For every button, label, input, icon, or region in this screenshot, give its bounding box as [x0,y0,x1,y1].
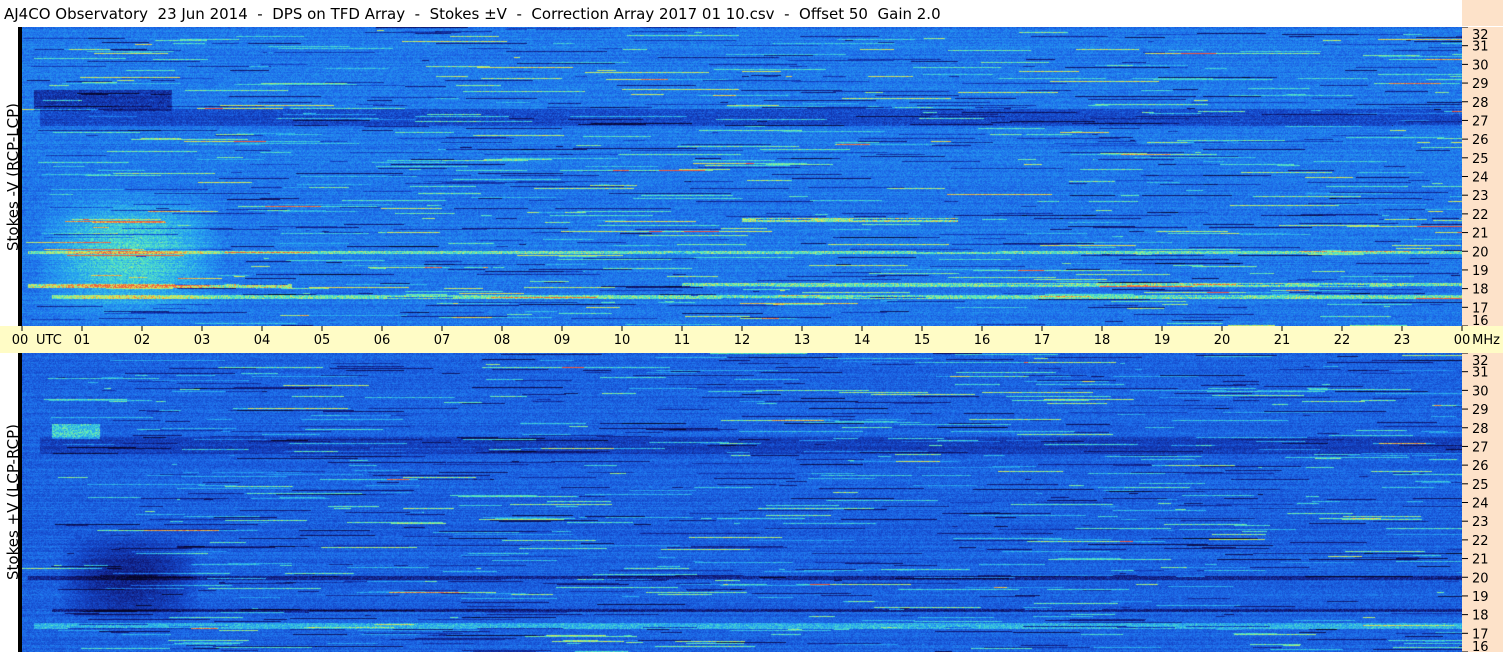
time-tick-label: 06 [374,333,391,348]
time-tick-label: 00 [1454,333,1471,348]
time-tick-label: 04 [254,333,271,348]
time-tick-label: 05 [314,333,331,348]
time-tick-label: 19 [1154,333,1171,348]
frequency-tick-label: 20 [1472,571,1489,586]
frequency-tick-label: 28 [1472,422,1489,437]
time-tick-label: 22 [1334,333,1351,348]
frequency-tick-label: 30 [1472,58,1489,73]
time-unit-label: UTC [36,333,62,348]
frequency-tick-label: 23 [1472,189,1489,204]
top-frequency-axis: 3231302928272625242322212019181716 [1462,27,1503,326]
frequency-unit-label: MHz [1472,333,1500,348]
bottom-spectrogram [22,353,1462,652]
top-spectrogram [22,27,1462,326]
time-tick-label: 16 [974,333,991,348]
frequency-tick-label: 18 [1472,283,1489,298]
frequency-tick-label: 29 [1472,77,1489,92]
frequency-tick-label: 29 [1472,403,1489,418]
time-tick-label: 21 [1274,333,1291,348]
frequency-tick-label: 30 [1472,384,1489,399]
frequency-tick-label: 24 [1472,497,1489,512]
frequency-tick-label: 16 [1472,314,1489,326]
time-tick-label: 20 [1214,333,1231,348]
time-tick-label: 12 [734,333,751,348]
frequency-tick-label: 31 [1472,40,1489,55]
frequency-tick-label: 18 [1472,609,1489,624]
time-tick-label: 09 [554,333,571,348]
time-tick-label: 10 [614,333,631,348]
frequency-tick-label: 22 [1472,208,1489,223]
time-axis: 00 01 02 03 04 05 06 07 08 09 10 11 12 13 14 15 16 17 18 19… [0,326,1503,353]
frequency-tick-label: 22 [1472,534,1489,549]
frequency-tick-label: 21 [1472,227,1489,242]
time-tick-label: 15 [914,333,931,348]
time-tick-label: 03 [194,333,211,348]
frequency-tick-label: 25 [1472,152,1489,167]
frequency-tick-label: 23 [1472,515,1489,530]
time-tick-label: 02 [134,333,151,348]
time-tick-label: 13 [794,333,811,348]
frequency-tick-label: 25 [1472,478,1489,493]
time-tick-label: 23 [1394,333,1411,348]
frequency-tick-label: 31 [1472,366,1489,381]
frequency-tick-label: 19 [1472,590,1489,605]
chart-title: AJ4CO Observatory 23 Jun 2014 - DPS on T… [4,5,941,23]
time-tick-label: 18 [1094,333,1111,348]
time-tick-label: 08 [494,333,511,348]
frequency-tick-label: 21 [1472,553,1489,568]
frequency-tick-label: 28 [1472,96,1489,111]
frequency-tick-label: 20 [1472,245,1489,260]
frequency-tick-label: 27 [1472,114,1489,129]
bottom-frequency-axis: 3231302928272625242322212019181716 [1462,353,1503,652]
frequency-tick-label: 19 [1472,264,1489,279]
time-tick-label: 01 [74,333,91,348]
time-tick-label: 14 [854,333,871,348]
frequency-tick-label: 27 [1472,440,1489,455]
frequency-tick-label: 26 [1472,133,1489,148]
frequency-tick-label: 24 [1472,171,1489,186]
time-tick-label: 17 [1034,333,1051,348]
time-tick-label: 00 [12,333,29,348]
time-tick-label: 07 [434,333,451,348]
frequency-tick-label: 16 [1472,640,1489,652]
frequency-tick-label: 26 [1472,459,1489,474]
corner-box [1462,0,1503,26]
time-tick-label: 11 [674,333,691,348]
